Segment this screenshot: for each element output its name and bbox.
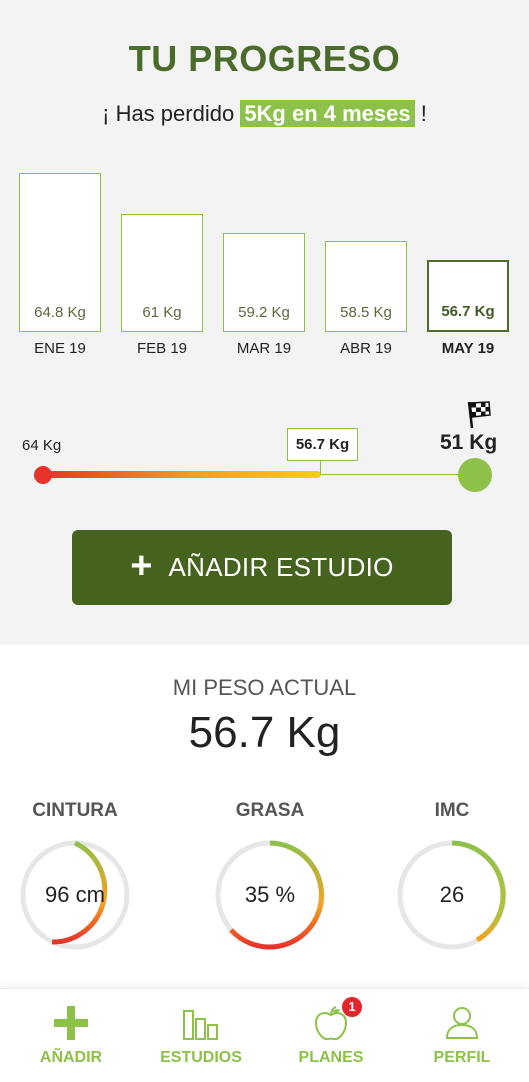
nav-item-add[interactable]: AÑADIR — [11, 989, 131, 1082]
bar-value-label: 58.5 Kg — [340, 304, 392, 321]
nav-item-profile[interactable]: PERFIL — [402, 989, 522, 1082]
progress-track-done — [43, 471, 321, 478]
category-label: ABR 19 — [340, 340, 392, 357]
progress-track-remaining — [320, 474, 475, 475]
bottom-navigation: AÑADIR ESTUDIOS 1 PLANES PERFIL — [0, 988, 529, 1082]
bar-abr-19: 58.5 Kg — [325, 241, 407, 332]
nav-label: ESTUDIOS — [160, 1049, 242, 1066]
category-label: MAY 19 — [441, 340, 495, 357]
metric-name: IMC — [434, 800, 470, 821]
nav-label: PERFIL — [433, 1049, 491, 1066]
metric-name: GRASA — [235, 800, 305, 821]
checkered-flag-icon — [467, 401, 491, 429]
metric-waist: CINTURA 96 cm — [10, 800, 140, 950]
current-marker-tick — [320, 461, 321, 475]
bar-value-label: 56.7 Kg — [441, 303, 495, 320]
bar-mar-19: 59.2 Kg — [223, 233, 305, 332]
notification-badge: 1 — [342, 997, 362, 1017]
category-label: FEB 19 — [136, 340, 188, 357]
goal-weight-label: 51 Kg — [440, 431, 498, 454]
nav-item-plans[interactable]: 1 PLANES — [271, 989, 391, 1082]
metric-name: CINTURA — [32, 800, 118, 821]
bar-feb-19: 61 Kg — [121, 214, 203, 332]
bar-ene-19: 64.8 Kg — [19, 173, 101, 332]
metric-value: 35 % — [244, 882, 296, 907]
current-weight-title: MI PESO ACTUAL — [172, 675, 357, 700]
add-study-button[interactable]: + AÑADIR ESTUDIO — [72, 530, 452, 605]
bar-may-19: 56.7 Kg — [427, 260, 509, 332]
nav-label: AÑADIR — [39, 1049, 103, 1066]
metric-bmi: IMC 26 — [387, 800, 517, 950]
nav-item-studies[interactable]: ESTUDIOS — [141, 989, 261, 1082]
add-study-label: AÑADIR ESTUDIO — [168, 552, 394, 582]
category-label: ENE 19 — [34, 340, 86, 357]
start-marker — [34, 466, 52, 484]
bar-value-label: 59.2 Kg — [238, 304, 290, 321]
goal-marker — [458, 458, 492, 492]
start-weight-label: 64 Kg — [22, 437, 62, 454]
plus-icon: + — [130, 544, 153, 587]
current-weight-marker: 56.7 Kg — [287, 428, 358, 461]
category-label: MAR 19 — [236, 340, 292, 357]
goal-progress-slider: 64 Kg 56.7 Kg 51 Kg — [0, 395, 529, 505]
metric-value: 96 cm — [45, 882, 105, 907]
metric-fat: GRASA 35 % — [205, 800, 335, 950]
current-weight-value: 56.7 Kg — [188, 708, 341, 757]
bar-value-label: 61 Kg — [142, 304, 182, 321]
user-icon — [445, 1007, 479, 1039]
bar-chart-icon — [183, 1010, 218, 1040]
plus-icon — [54, 1006, 88, 1040]
weight-bar-chart: 64.8 Kg ENE 19 61 Kg FEB 19 59.2 Kg MAR 19 58.… — [0, 0, 529, 370]
nav-label: PLANES — [298, 1049, 364, 1066]
metric-value: 26 — [439, 882, 465, 907]
bar-value-label: 64.8 Kg — [34, 304, 86, 321]
